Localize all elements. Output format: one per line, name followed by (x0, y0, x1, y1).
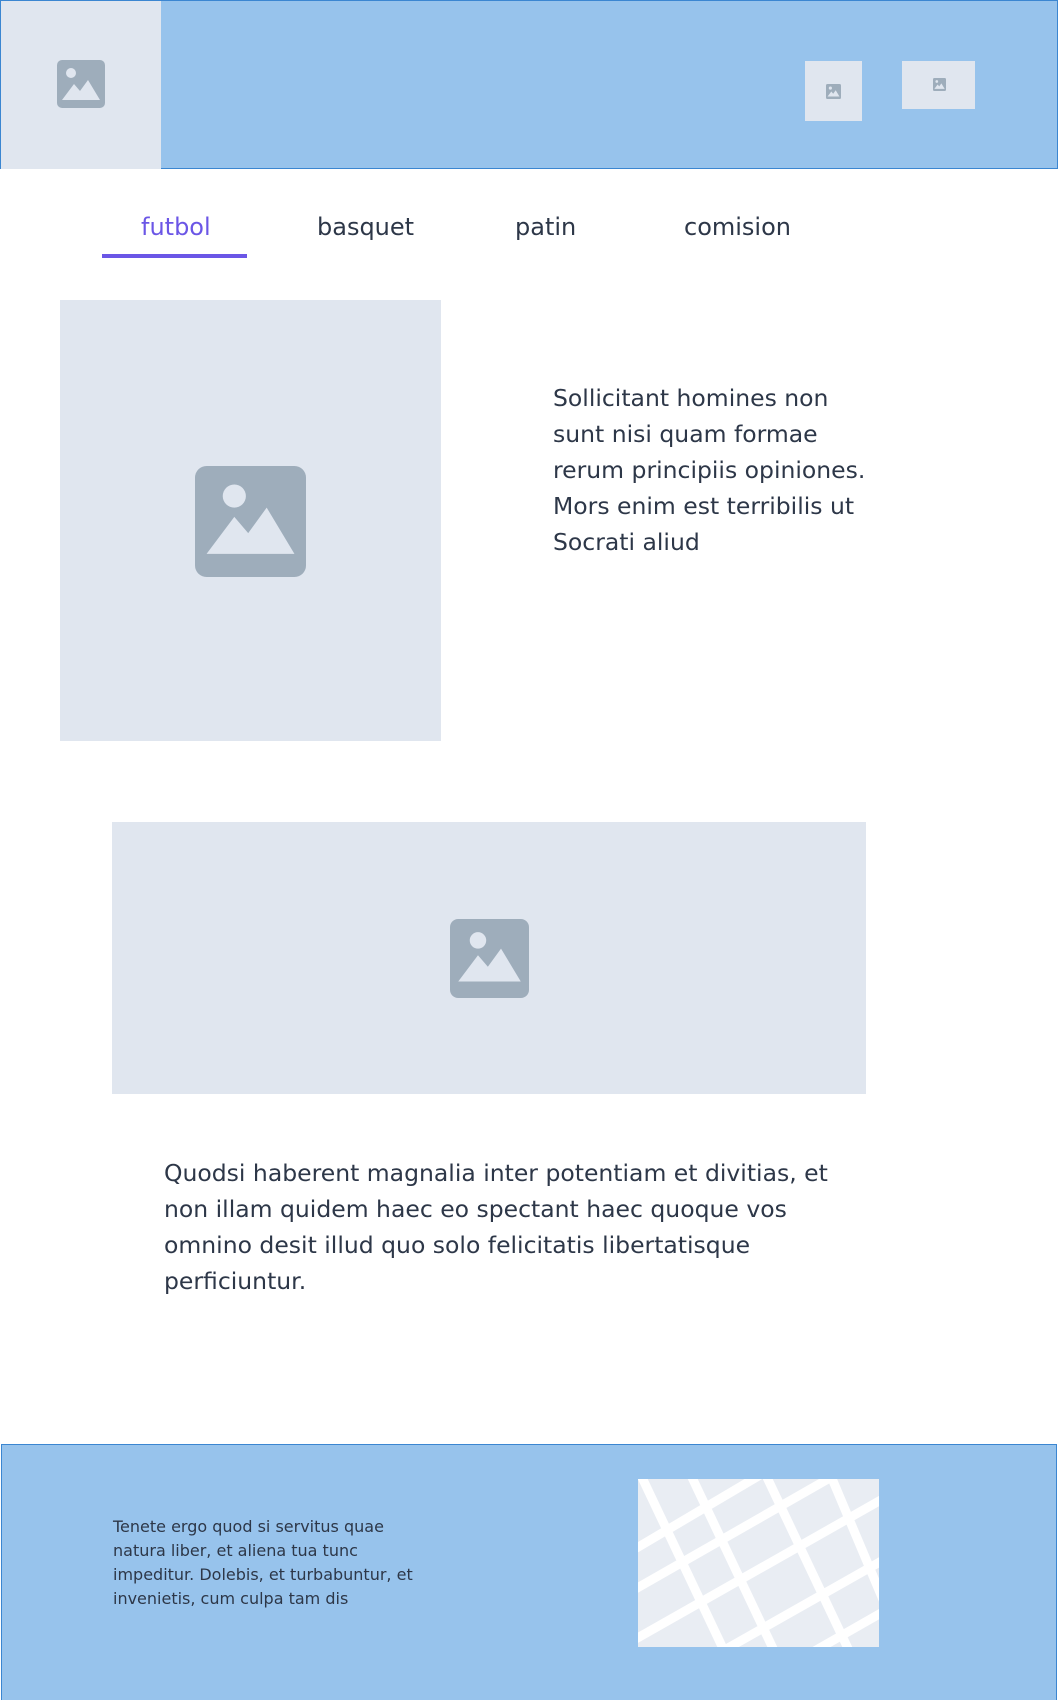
content-paragraph: Quodsi haberent magnalia inter potentiam… (164, 1159, 828, 1295)
tab-futbol[interactable]: futbol (141, 213, 211, 241)
logo[interactable] (1, 1, 161, 169)
map-placeholder[interactable] (638, 1479, 879, 1647)
content-paragraph: Sollicitant homines non sunt nisi quam f… (553, 384, 866, 556)
tab-bar: futbol basquet patin comision (0, 195, 1060, 265)
tab-basquet[interactable]: basquet (317, 213, 414, 241)
image-placeholder-icon (195, 466, 306, 577)
tab-comision[interactable]: comision (684, 213, 791, 241)
footer-text: Tenete ergo quod si servitus quae natura… (113, 1517, 413, 1608)
content-image (60, 300, 441, 741)
site-footer: Tenete ergo quod si servitus quae natura… (1, 1444, 1057, 1700)
image-placeholder-icon (450, 919, 529, 998)
banner-image (112, 822, 866, 1094)
header-thumbnail[interactable] (805, 61, 862, 121)
image-placeholder-icon (933, 78, 946, 91)
map-grid (638, 1479, 879, 1647)
site-header (0, 0, 1058, 169)
active-tab-indicator (102, 254, 247, 258)
image-placeholder-icon (826, 84, 841, 99)
image-placeholder-icon (57, 60, 105, 108)
header-thumbnail[interactable] (902, 61, 975, 109)
tab-patin[interactable]: patin (515, 213, 576, 241)
